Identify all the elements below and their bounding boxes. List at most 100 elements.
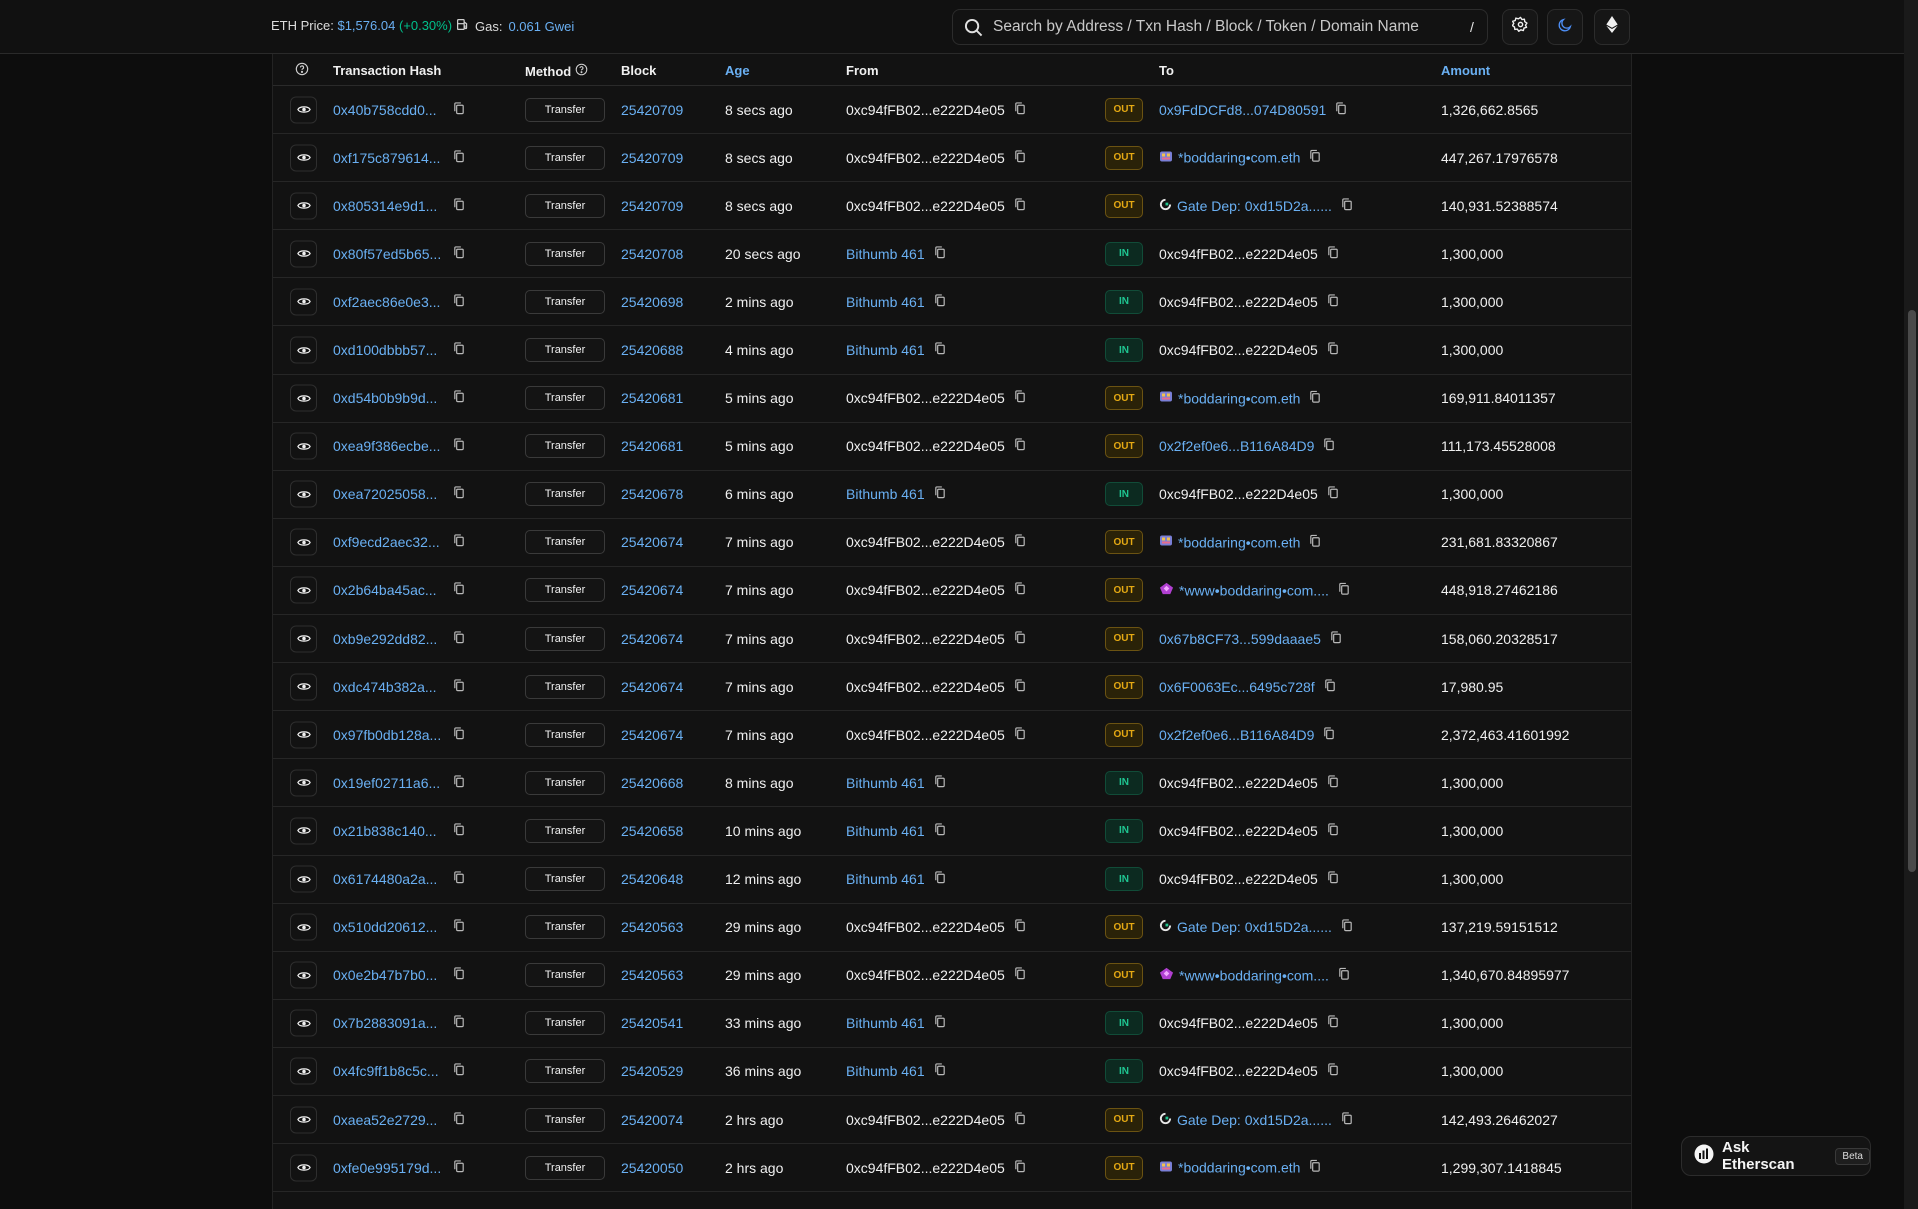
to-address-text[interactable]: 0x6F0063Ec...6495c728f	[1159, 679, 1315, 695]
copy-icon[interactable]	[1014, 1111, 1026, 1128]
copy-icon[interactable]	[1014, 438, 1026, 454]
copy-icon[interactable]	[1014, 630, 1026, 647]
view-details-button[interactable]	[290, 961, 317, 989]
copy-icon[interactable]	[453, 246, 465, 262]
block-link[interactable]: 25420709	[621, 150, 683, 166]
copy-icon[interactable]	[934, 775, 946, 791]
copy-icon[interactable]	[1327, 871, 1339, 887]
copy-icon[interactable]	[1014, 1159, 1026, 1176]
copy-icon[interactable]	[453, 1159, 465, 1176]
copy-icon[interactable]	[1341, 1111, 1353, 1128]
copy-icon[interactable]	[453, 775, 465, 791]
search-bar[interactable]: /	[952, 9, 1488, 45]
tx-hash-link[interactable]: 0xb9e292dd82...	[333, 631, 437, 647]
block-link[interactable]: 25420529	[621, 1063, 683, 1079]
to-address-text[interactable]: *boddaring•com.eth	[1178, 534, 1300, 550]
from-address-text[interactable]: Bithumb 461	[846, 486, 925, 502]
copy-icon[interactable]	[453, 1015, 465, 1031]
copy-icon[interactable]	[1014, 149, 1026, 166]
from-address-text[interactable]: Bithumb 461	[846, 342, 925, 358]
tx-hash-link[interactable]: 0x805314e9d1...	[333, 198, 437, 214]
block-link[interactable]: 25420541	[621, 1015, 683, 1031]
tx-hash-link[interactable]: 0x7b2883091a...	[333, 1015, 437, 1031]
from-address-text[interactable]: Bithumb 461	[846, 775, 925, 791]
block-link[interactable]: 25420668	[621, 775, 683, 791]
copy-icon[interactable]	[453, 1111, 465, 1128]
block-link[interactable]: 25420674	[621, 679, 683, 695]
to-address-text[interactable]: Gate Dep: 0xd15D2a......	[1177, 198, 1332, 214]
copy-icon[interactable]	[453, 630, 465, 647]
block-link[interactable]: 25420563	[621, 967, 683, 983]
copy-icon[interactable]	[453, 342, 465, 358]
to-address-text[interactable]: *www•boddaring•com....	[1179, 582, 1329, 598]
block-link[interactable]: 25420658	[621, 823, 683, 839]
tx-hash-link[interactable]: 0x6174480a2a...	[333, 871, 437, 887]
block-link[interactable]: 25420074	[621, 1112, 683, 1128]
view-details-button[interactable]	[290, 384, 317, 412]
copy-icon[interactable]	[934, 823, 946, 839]
tx-hash-link[interactable]: 0xea72025058...	[333, 486, 437, 502]
copy-icon[interactable]	[453, 438, 465, 454]
tx-hash-link[interactable]: 0xaea52e2729...	[333, 1112, 437, 1128]
method-info-icon[interactable]	[575, 63, 588, 79]
copy-icon[interactable]	[1327, 1015, 1339, 1031]
network-button[interactable]	[1594, 9, 1630, 45]
copy-icon[interactable]	[1014, 919, 1026, 935]
copy-icon[interactable]	[934, 294, 946, 310]
tx-hash-link[interactable]: 0xf9ecd2aec32...	[333, 534, 440, 550]
to-address-text[interactable]: *boddaring•com.eth	[1178, 1160, 1300, 1176]
tx-hash-link[interactable]: 0x40b758cdd0...	[333, 102, 437, 118]
to-address-text[interactable]: *boddaring•com.eth	[1178, 390, 1300, 406]
view-details-button[interactable]	[290, 144, 317, 172]
block-link[interactable]: 25420709	[621, 198, 683, 214]
copy-icon[interactable]	[453, 823, 465, 839]
view-details-button[interactable]	[290, 817, 317, 845]
view-details-button[interactable]	[290, 1009, 317, 1037]
block-link[interactable]: 25420563	[621, 919, 683, 935]
tx-hash-link[interactable]: 0xea9f386ecbe...	[333, 438, 440, 454]
tx-hash-link[interactable]: 0xf2aec86e0e3...	[333, 294, 440, 310]
view-details-button[interactable]	[290, 288, 317, 316]
to-address-text[interactable]: Gate Dep: 0xd15D2a......	[1177, 919, 1332, 935]
copy-icon[interactable]	[453, 919, 465, 935]
view-details-button[interactable]	[290, 865, 317, 893]
copy-icon[interactable]	[1327, 1063, 1339, 1079]
copy-icon[interactable]	[1335, 101, 1347, 118]
tx-hash-link[interactable]: 0x510dd20612...	[333, 919, 437, 935]
from-address-text[interactable]: Bithumb 461	[846, 246, 925, 262]
copy-icon[interactable]	[1309, 534, 1321, 550]
copy-icon[interactable]	[1014, 727, 1026, 743]
view-details-button[interactable]	[290, 240, 317, 268]
from-address-text[interactable]: Bithumb 461	[846, 294, 925, 310]
view-details-button[interactable]	[290, 1154, 317, 1182]
block-link[interactable]: 25420681	[621, 390, 683, 406]
theme-toggle-button[interactable]	[1547, 9, 1583, 45]
block-link[interactable]: 25420698	[621, 294, 683, 310]
block-link[interactable]: 25420678	[621, 486, 683, 502]
copy-icon[interactable]	[1014, 582, 1026, 598]
copy-icon[interactable]	[1327, 246, 1339, 262]
tx-hash-link[interactable]: 0x2b64ba45ac...	[333, 582, 437, 598]
eth-price-value[interactable]: $1,576.04	[337, 18, 395, 33]
copy-icon[interactable]	[453, 1063, 465, 1079]
copy-icon[interactable]	[1327, 775, 1339, 791]
copy-icon[interactable]	[1338, 967, 1350, 983]
copy-icon[interactable]	[453, 486, 465, 502]
block-link[interactable]: 25420708	[621, 246, 683, 262]
to-address-text[interactable]: *www•boddaring•com....	[1179, 967, 1329, 983]
copy-icon[interactable]	[1324, 678, 1336, 695]
scrollbar-thumb[interactable]	[1908, 310, 1916, 872]
copy-icon[interactable]	[453, 534, 465, 550]
copy-icon[interactable]	[1014, 101, 1026, 118]
view-details-button[interactable]	[290, 528, 317, 556]
copy-icon[interactable]	[934, 1015, 946, 1031]
from-address-text[interactable]: Bithumb 461	[846, 871, 925, 887]
tx-hash-link[interactable]: 0x0e2b47b7b0...	[333, 967, 437, 983]
copy-icon[interactable]	[453, 727, 465, 743]
copy-icon[interactable]	[453, 198, 465, 214]
block-link[interactable]: 25420050	[621, 1160, 683, 1176]
copy-icon[interactable]	[453, 149, 465, 166]
copy-icon[interactable]	[1323, 438, 1335, 454]
tx-hash-link[interactable]: 0x97fb0db128a...	[333, 727, 441, 743]
view-details-button[interactable]	[290, 192, 317, 220]
